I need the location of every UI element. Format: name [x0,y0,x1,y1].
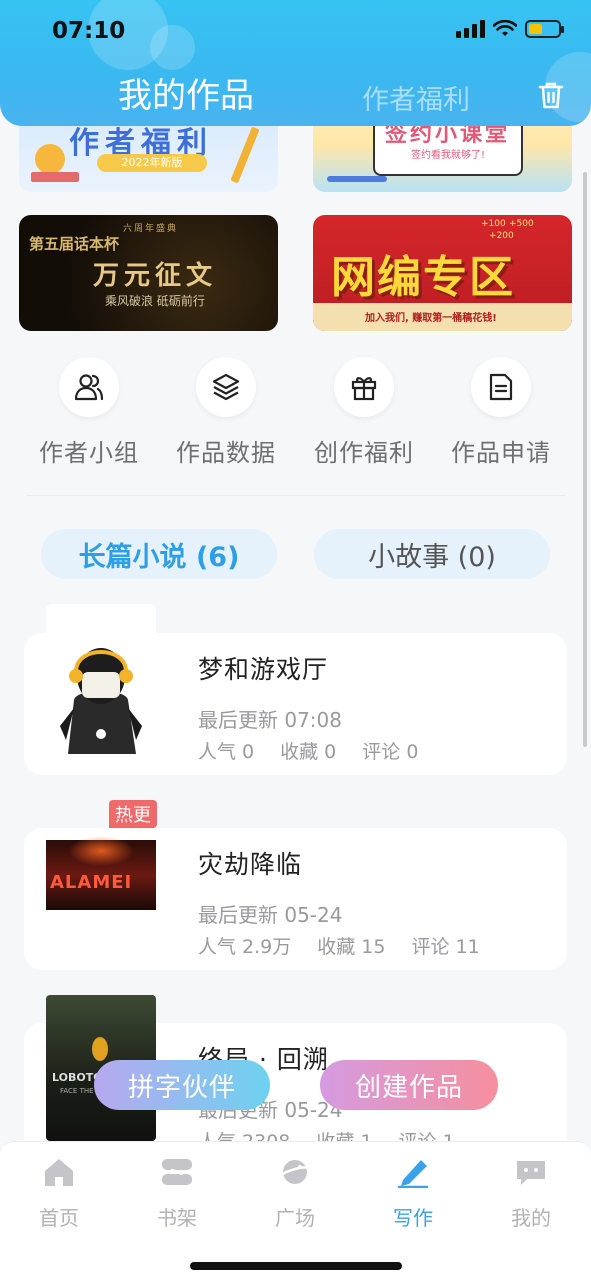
banner-essay-contest[interactable]: 六周年盛典 第五届话本杯 万元征文 乘风破浪 砥砺前行 [19,215,278,331]
nav-write[interactable]: 写作 [354,1156,472,1231]
layers-icon [212,373,240,401]
tab-short-stories[interactable]: 小故事 (0) [314,529,550,579]
bonus-label-3: +200 [489,231,514,241]
planet-icon [279,1160,312,1184]
bookshelf-icon [162,1159,192,1185]
shortcut-label: 作者小组 [39,439,139,467]
pencil-icon [230,126,260,184]
work-stats: 人气 0 收藏 0 评论 0 [198,737,418,764]
books-icon [31,172,79,182]
banner-big-text: 万元征文 [93,261,218,291]
work-updated: 最后更新 07:08 [198,708,342,732]
scrollbar[interactable] [583,172,587,747]
signal-icon [456,20,485,38]
banner-sub: 2022年新版 [97,154,207,172]
banner-editor-zone[interactable]: +100 +500 +200 网编专区 加入我们, 赚取第一桶稿花钱! [313,215,572,331]
partner-button[interactable]: 拼字伙伴 [94,1060,270,1110]
home-icon [45,1159,73,1186]
shortcut-author-group[interactable]: 作者小组 [20,357,158,468]
shortcut-label: 作品申请 [451,439,551,467]
screen: 07:10 我的作品 作者福利 作者福利 2022年新版 签约小课堂 签约看我就… [0,0,591,1280]
home-indicator[interactable] [190,1262,402,1270]
cover-title: ALAMEI [50,872,133,893]
card-tab-notch [46,604,156,636]
clock-icon [35,144,65,174]
status-icons [456,20,564,38]
hot-update-badge: 热更 [109,800,157,828]
work-comments: 评论 0 [362,741,419,763]
nav-bookshelf[interactable]: 书架 [118,1156,236,1231]
status-bar: 07:10 [0,0,591,60]
trash-icon[interactable] [537,80,565,110]
work-updated: 最后更新 05-24 [198,903,343,927]
wifi-icon [493,20,517,36]
divider [26,495,566,496]
work-cover[interactable] [46,638,156,754]
pen-icon [397,1160,429,1189]
shortcut-label: 创作福利 [314,439,414,467]
banner-sub: 签约看我就够了! [411,150,486,161]
bonus-label-2: +500 [509,219,534,229]
chat-bubble-icon [517,1161,545,1185]
work-comments: 评论 11 [411,936,480,958]
bottom-nav: 首页 书架 广场 写作 我的 [0,1141,591,1280]
character-avatar [60,648,142,754]
work-cover[interactable]: ALAMEI [46,832,156,914]
nav-home[interactable]: 首页 [0,1156,118,1231]
work-title: 灾劫降临 [198,850,303,879]
bonus-label-1: +100 [481,219,506,229]
work-popularity: 人气 0 [198,741,255,763]
shortcut-label: 作品数据 [176,439,276,467]
work-favorites: 收藏 0 [280,741,337,763]
work-popularity: 人气 2.9万 [198,936,292,958]
users-icon [74,374,104,401]
shortcut-work-application[interactable]: 作品申请 [432,357,570,468]
work-title: 梦和游戏厅 [198,655,329,684]
nav-mine[interactable]: 我的 [472,1156,590,1231]
document-icon [489,373,513,401]
status-time: 07:10 [52,18,126,44]
nav-plaza[interactable]: 广场 [236,1156,354,1231]
shortcut-work-data[interactable]: 作品数据 [157,357,295,468]
top-header: 07:10 我的作品 作者福利 [0,0,591,126]
banner-top-text: 六周年盛典 [123,224,179,234]
tab-my-works[interactable]: 我的作品 [118,68,254,117]
tab-author-welfare[interactable]: 作者福利 [362,78,470,117]
decor-arrows [327,176,387,182]
shortcut-creation-welfare[interactable]: 创作福利 [295,357,433,468]
banner-sub: 加入我们, 赚取第一桶稿花钱! [365,313,497,324]
create-work-button[interactable]: 创建作品 [320,1060,498,1110]
work-stats: 人气 2.9万 收藏 15 评论 11 [198,932,480,959]
work-favorites: 收藏 15 [317,936,386,958]
tab-long-novels[interactable]: 长篇小说 (6) [41,529,277,579]
gift-icon [351,377,377,401]
battery-icon [525,20,564,38]
banner-sub: 乘风破浪 砥砺前行 [105,294,205,308]
